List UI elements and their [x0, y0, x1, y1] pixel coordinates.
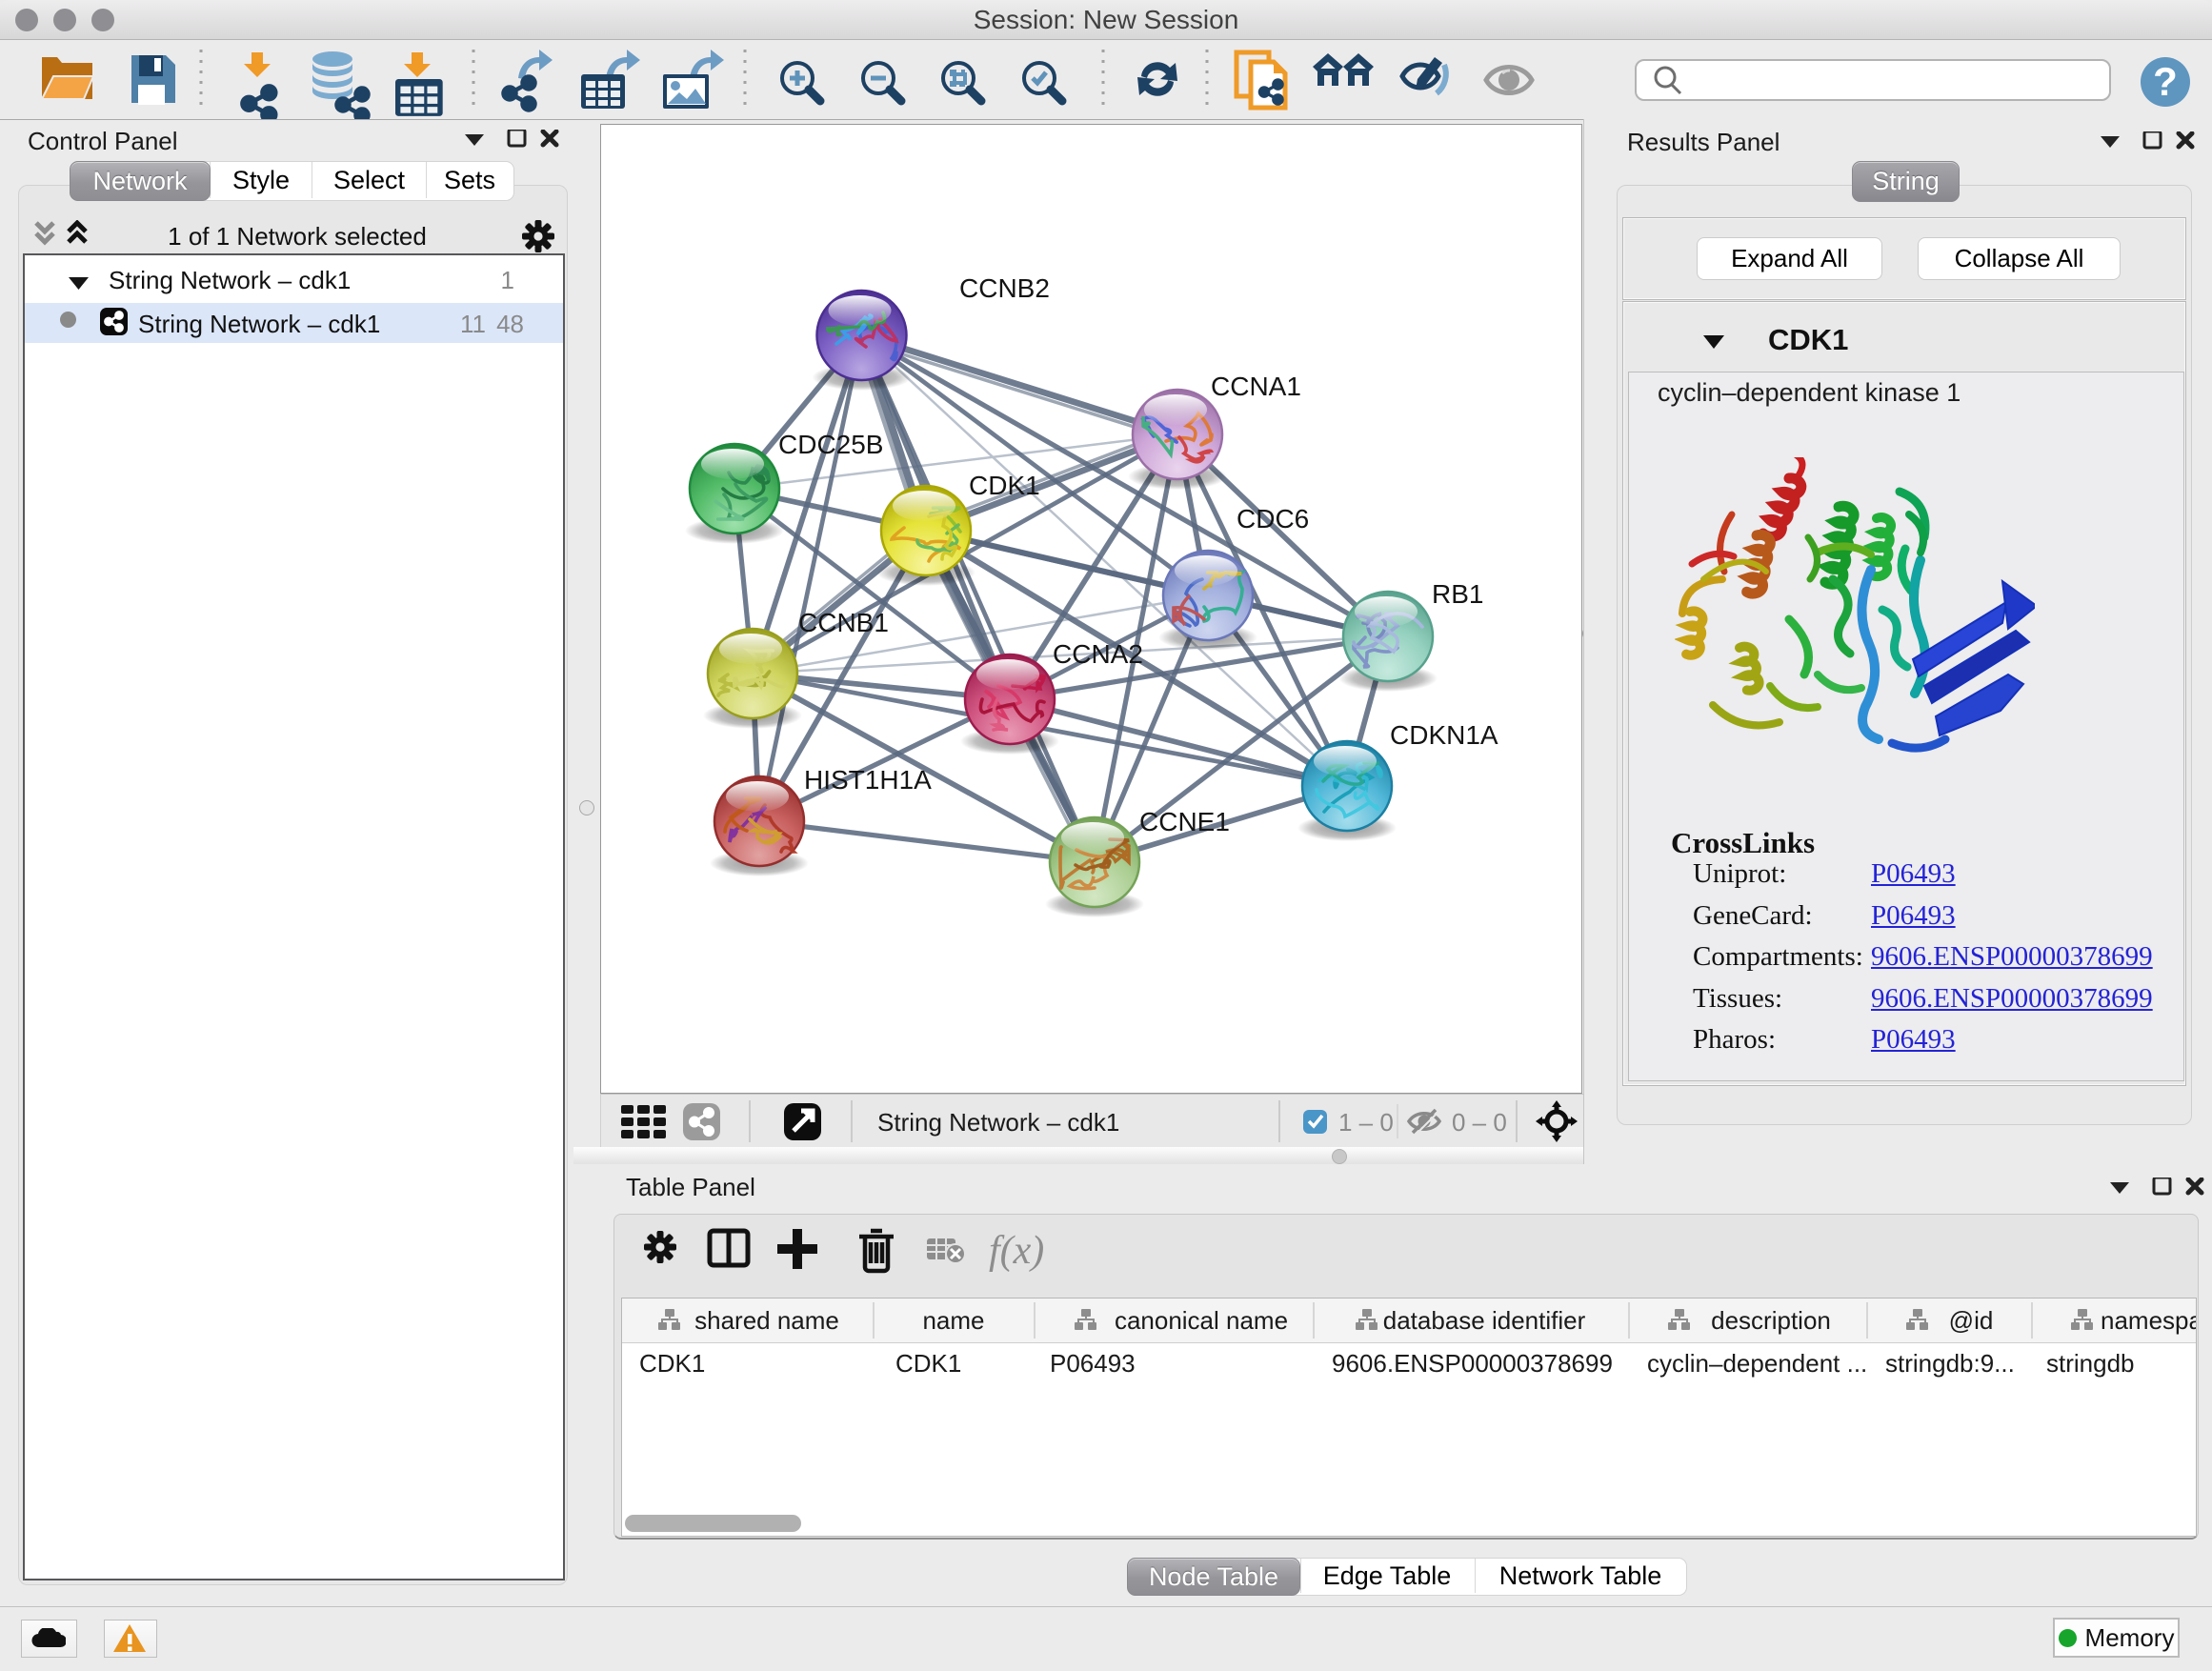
- svg-text:String Network – cdk1: String Network – cdk1: [877, 1108, 1119, 1137]
- svg-text:name: name: [922, 1306, 984, 1335]
- svg-text:CCNE1: CCNE1: [1139, 807, 1230, 836]
- svg-text:canonical name: canonical name: [1115, 1306, 1288, 1335]
- svg-text:CCNA1: CCNA1: [1211, 372, 1301, 401]
- svg-text:CDK1: CDK1: [969, 471, 1040, 500]
- svg-text:?: ?: [2153, 59, 2178, 104]
- svg-text:RB1: RB1: [1432, 579, 1483, 609]
- svg-text:f(x): f(x): [989, 1229, 1044, 1273]
- svg-text:namespac: namespac: [2101, 1306, 2196, 1335]
- svg-text:0 – 0: 0 – 0: [1452, 1108, 1507, 1137]
- svg-text:CDC6: CDC6: [1237, 504, 1309, 534]
- svg-text:CCNB2: CCNB2: [959, 273, 1050, 303]
- svg-text:CCNA2: CCNA2: [1053, 639, 1143, 669]
- svg-text:CDKN1A: CDKN1A: [1390, 720, 1498, 750]
- svg-text:@id: @id: [1949, 1306, 1994, 1335]
- svg-text:description: description: [1711, 1306, 1831, 1335]
- svg-text:shared name: shared name: [694, 1306, 839, 1335]
- svg-text:HIST1H1A: HIST1H1A: [804, 765, 932, 795]
- svg-text:1 – 0: 1 – 0: [1338, 1108, 1394, 1137]
- svg-text:CCNB1: CCNB1: [798, 608, 889, 637]
- svg-text:database identifier: database identifier: [1383, 1306, 1586, 1335]
- svg-text:CDC25B: CDC25B: [778, 430, 883, 459]
